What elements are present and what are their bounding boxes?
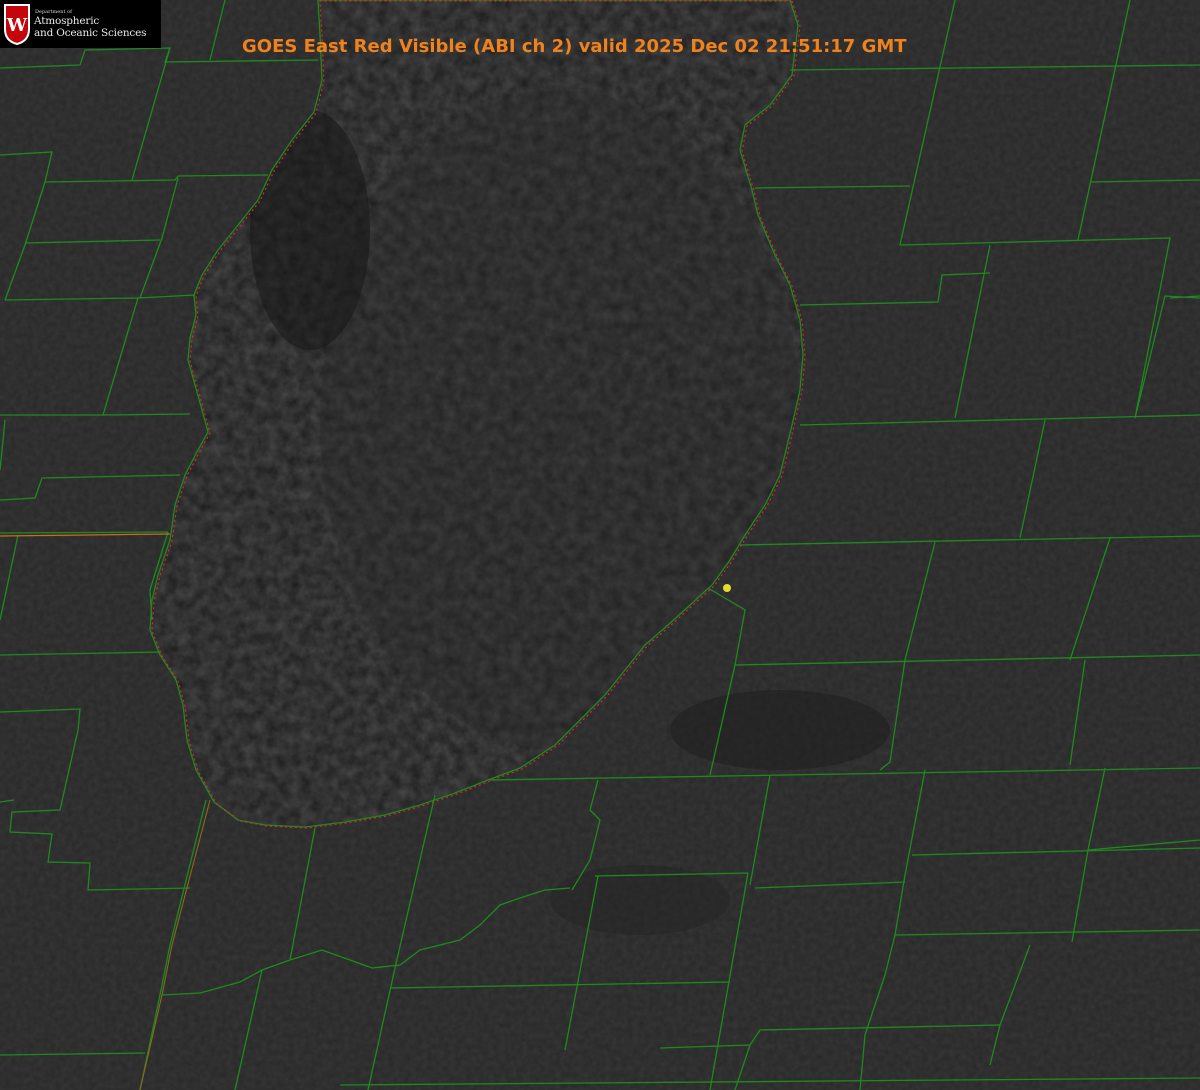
svg-text:W: W xyxy=(6,15,28,36)
cloud-shadow xyxy=(670,690,890,770)
image-title: GOES East Red Visible (ABI ch 2) valid 2… xyxy=(242,36,907,57)
satellite-image-viewer: W Department of Atmospheric and Oceanic … xyxy=(0,0,1200,1090)
logo-name-line2: and Oceanic Sciences xyxy=(34,27,147,39)
logo-name-line1: Atmospheric xyxy=(34,15,100,27)
satellite-map xyxy=(0,0,1200,1090)
uw-crest-icon: W xyxy=(4,4,30,45)
uw-aos-logo[interactable]: W Department of Atmospheric and Oceanic … xyxy=(0,0,161,48)
station-marker xyxy=(723,584,731,592)
